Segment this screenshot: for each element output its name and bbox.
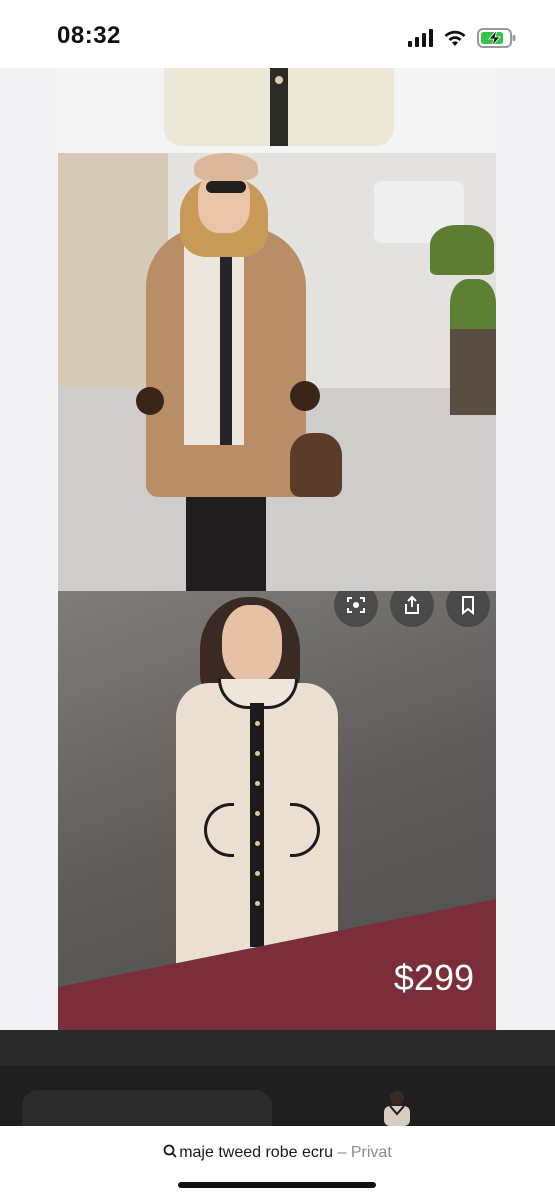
product-image[interactable]: $299 — [58, 591, 496, 1030]
image-feed: $299 — [58, 68, 496, 1030]
search-icon — [163, 1144, 177, 1158]
lens-search-button[interactable] — [334, 591, 378, 627]
battery-charging-icon — [477, 28, 516, 48]
home-indicator[interactable] — [178, 1182, 376, 1188]
results-sheet[interactable] — [0, 1030, 555, 1130]
private-mode-label: Privat — [350, 1144, 392, 1161]
price-label: $299 — [393, 957, 474, 998]
lens-search-icon — [347, 597, 365, 613]
image-actions — [334, 591, 490, 627]
bookmark-icon — [462, 596, 474, 615]
signal-icon — [408, 29, 433, 47]
result-thumbnail[interactable] — [372, 1090, 422, 1126]
status-icons — [408, 26, 517, 50]
status-bar: 08:32 — [0, 0, 555, 68]
separator: – — [337, 1144, 347, 1161]
screen: 08:32 $299 maje tweed robe ecru – Privat — [0, 0, 555, 1200]
search-query-field[interactable]: maje tweed robe ecru – Privat — [0, 1144, 555, 1162]
address-bar[interactable]: maje tweed robe ecru – Privat — [0, 1126, 555, 1200]
sheet-header — [0, 1030, 555, 1066]
share-button[interactable] — [390, 591, 434, 627]
search-query: maje tweed robe ecru — [179, 1144, 334, 1161]
wifi-icon — [444, 30, 466, 46]
bookmark-button[interactable] — [446, 591, 490, 627]
result-card[interactable] — [22, 1090, 272, 1130]
status-time: 08:32 — [57, 22, 121, 49]
tweed-skirt-image[interactable] — [58, 68, 496, 152]
street-style-image[interactable] — [58, 153, 496, 591]
share-icon — [405, 595, 419, 614]
